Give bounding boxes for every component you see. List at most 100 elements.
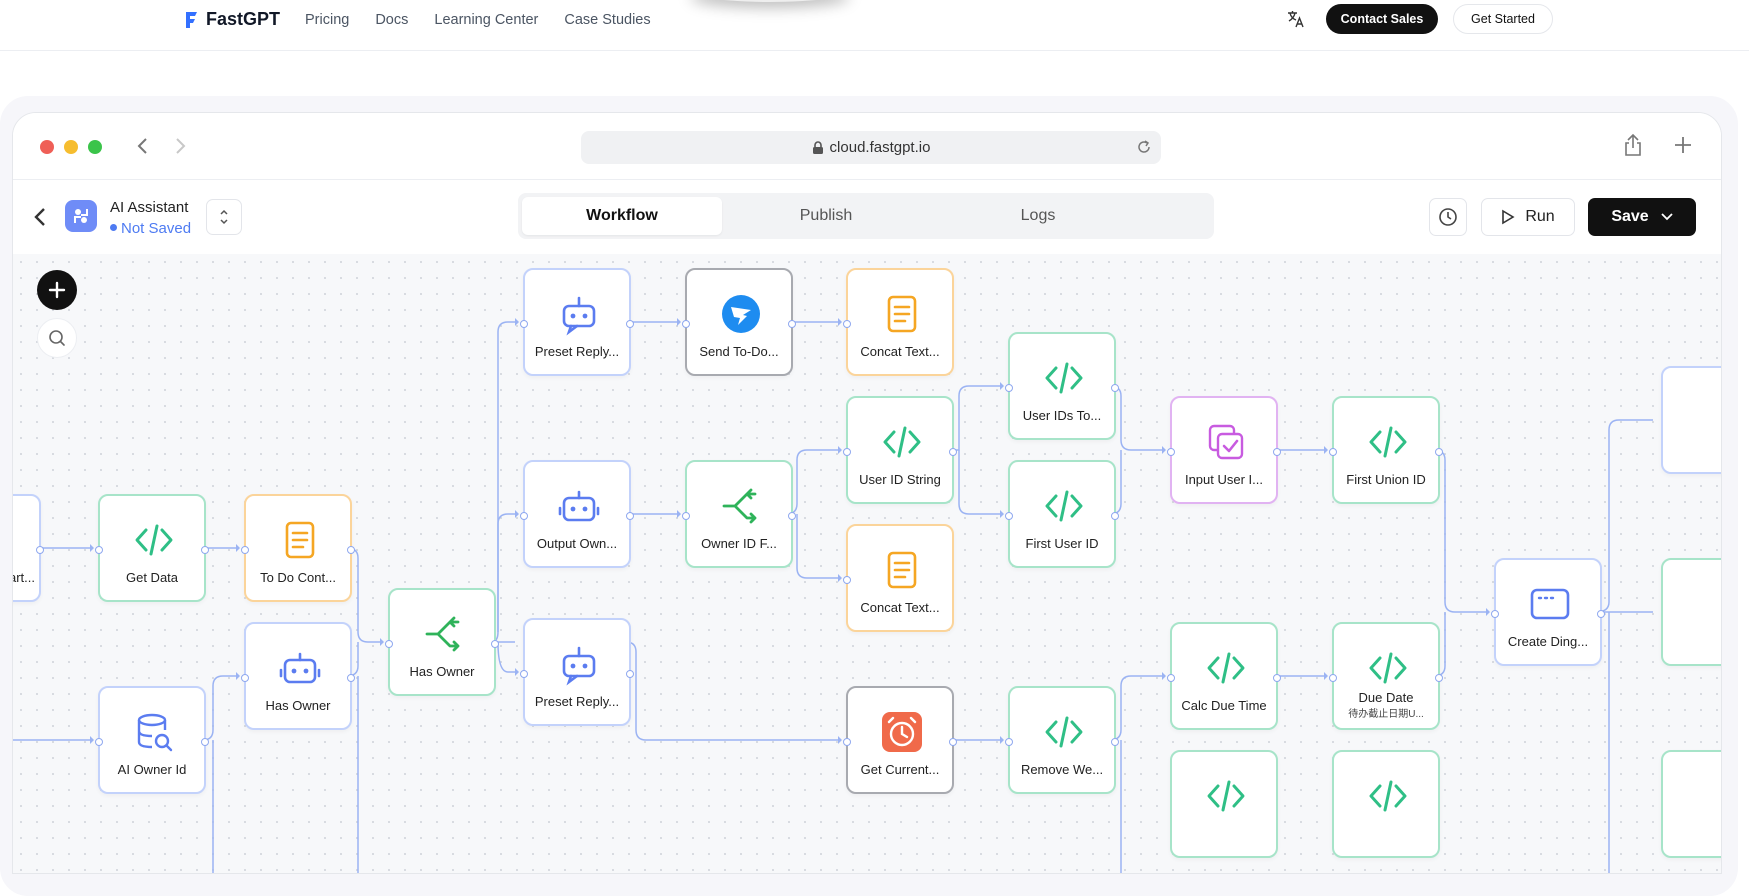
workflow-node-preset-reply-1[interactable]: Preset Reply... bbox=[520, 268, 634, 376]
back-arrow-icon[interactable] bbox=[136, 136, 150, 156]
input-port[interactable] bbox=[520, 512, 528, 520]
workflow-node-has-owner-branch[interactable]: Has Owner bbox=[385, 588, 499, 696]
input-port[interactable] bbox=[1005, 384, 1013, 392]
workflow-node-first-union-id[interactable]: First Union ID bbox=[1329, 396, 1443, 504]
input-port[interactable] bbox=[1167, 448, 1175, 456]
workflow-node-concat-text-1[interactable]: Concat Text... bbox=[843, 268, 954, 376]
input-port[interactable] bbox=[1329, 674, 1337, 682]
output-port[interactable] bbox=[788, 512, 796, 520]
output-port[interactable] bbox=[1435, 448, 1443, 456]
switch-app-button[interactable] bbox=[206, 199, 242, 235]
workflow-node-start[interactable]: Start... bbox=[13, 494, 44, 602]
input-port[interactable] bbox=[682, 512, 690, 520]
output-port[interactable] bbox=[347, 674, 355, 682]
output-port[interactable] bbox=[626, 670, 634, 678]
workflow-node-user-ids-to[interactable]: User IDs To... bbox=[1005, 332, 1119, 440]
input-port[interactable] bbox=[1329, 448, 1337, 456]
workflow-node-first-user-id[interactable]: First User ID bbox=[1005, 460, 1119, 568]
tab-logs[interactable]: Logs bbox=[938, 197, 1138, 235]
output-port[interactable] bbox=[949, 448, 957, 456]
workflow-node-get-current-time[interactable]: Get Current... bbox=[843, 686, 957, 794]
input-port[interactable] bbox=[1005, 512, 1013, 520]
workflow-node-preset-reply-2[interactable]: Preset Reply... bbox=[520, 618, 634, 726]
contact-sales-button[interactable]: Contact Sales bbox=[1326, 4, 1438, 34]
input-port[interactable] bbox=[1005, 738, 1013, 746]
workflow-node-get-data[interactable]: Get Data bbox=[95, 494, 209, 602]
workflow-node-input-user-id[interactable]: Input User I... bbox=[1167, 396, 1281, 504]
add-node-button[interactable] bbox=[37, 270, 77, 310]
zoom-window-button[interactable] bbox=[88, 140, 102, 154]
workflow-node-create-ding[interactable]: Create Ding... bbox=[1491, 558, 1605, 666]
workflow-canvas[interactable]: Start... Get Data To Do Cont... Has Owne… bbox=[13, 254, 1721, 873]
output-port[interactable] bbox=[788, 320, 796, 328]
workflow-node-todo-content[interactable]: To Do Cont... bbox=[241, 494, 355, 602]
workflow-node-due-partial[interactable] bbox=[1332, 750, 1440, 858]
output-port[interactable] bbox=[626, 512, 634, 520]
forward-arrow-icon[interactable] bbox=[173, 136, 187, 156]
address-bar[interactable]: cloud.fastgpt.io bbox=[581, 131, 1161, 164]
workflow-node-ai-owner-id[interactable]: AI Owner Id bbox=[95, 686, 209, 794]
output-port[interactable] bbox=[626, 320, 634, 328]
output-port[interactable] bbox=[1273, 448, 1281, 456]
input-port[interactable] bbox=[1491, 610, 1499, 618]
workflow-node-offscreen-1[interactable] bbox=[1661, 366, 1721, 474]
output-port[interactable] bbox=[201, 738, 209, 746]
history-button[interactable] bbox=[1429, 198, 1467, 236]
reload-icon[interactable] bbox=[1135, 138, 1153, 156]
workflow-node-due-date[interactable]: Due Date 待办截止日期U... bbox=[1329, 622, 1443, 730]
workflow-node-remove-weekend[interactable]: Remove We... bbox=[1005, 686, 1119, 794]
input-port[interactable] bbox=[95, 738, 103, 746]
input-port[interactable] bbox=[843, 576, 851, 584]
workflow-node-send-todo[interactable]: Send To-Do... bbox=[682, 268, 796, 376]
workflow-node-calc-partial[interactable] bbox=[1170, 750, 1278, 858]
tab-publish[interactable]: Publish bbox=[726, 197, 926, 235]
workflow-node-user-id-string[interactable]: User ID String bbox=[843, 396, 957, 504]
input-port[interactable] bbox=[843, 738, 851, 746]
input-port[interactable] bbox=[682, 320, 690, 328]
search-node-button[interactable] bbox=[37, 318, 77, 358]
share-icon[interactable] bbox=[1623, 133, 1643, 157]
back-chevron-icon[interactable] bbox=[33, 206, 47, 228]
nav-link-case-studies[interactable]: Case Studies bbox=[564, 12, 650, 28]
input-port[interactable] bbox=[1167, 674, 1175, 682]
workflow-node-offscreen-3[interactable] bbox=[1661, 750, 1721, 858]
get-started-button[interactable]: Get Started bbox=[1453, 4, 1553, 34]
input-port[interactable] bbox=[95, 546, 103, 554]
input-port[interactable] bbox=[843, 448, 851, 456]
input-port[interactable] bbox=[241, 674, 249, 682]
output-port[interactable] bbox=[1435, 674, 1443, 682]
input-port[interactable] bbox=[385, 640, 393, 648]
new-tab-icon[interactable] bbox=[1673, 135, 1693, 155]
workflow-node-offscreen-2[interactable] bbox=[1661, 558, 1721, 666]
nav-link-learning-center[interactable]: Learning Center bbox=[434, 12, 538, 28]
workflow-node-has-owner-check[interactable]: Has Owner bbox=[241, 622, 355, 730]
run-button[interactable]: Run bbox=[1481, 198, 1575, 236]
node-label: Remove We... bbox=[1020, 762, 1104, 777]
output-port[interactable] bbox=[949, 738, 957, 746]
output-port[interactable] bbox=[36, 546, 44, 554]
input-port[interactable] bbox=[843, 320, 851, 328]
output-port[interactable] bbox=[1597, 610, 1605, 618]
output-port[interactable] bbox=[1111, 738, 1119, 746]
output-port[interactable] bbox=[1111, 384, 1119, 392]
nav-link-docs[interactable]: Docs bbox=[375, 12, 408, 28]
workflow-node-output-owner[interactable]: Output Own... bbox=[520, 460, 634, 568]
output-port[interactable] bbox=[347, 546, 355, 554]
input-port[interactable] bbox=[520, 670, 528, 678]
output-port[interactable] bbox=[1111, 512, 1119, 520]
output-port[interactable] bbox=[491, 640, 499, 648]
save-button[interactable]: Save bbox=[1588, 198, 1696, 236]
input-port[interactable] bbox=[241, 546, 249, 554]
output-port[interactable] bbox=[1273, 674, 1281, 682]
tab-workflow[interactable]: Workflow bbox=[522, 197, 722, 235]
nav-link-pricing[interactable]: Pricing bbox=[305, 12, 349, 28]
workflow-node-owner-id-filter[interactable]: Owner ID F... bbox=[682, 460, 796, 568]
minimize-window-button[interactable] bbox=[64, 140, 78, 154]
close-window-button[interactable] bbox=[40, 140, 54, 154]
fastgpt-logo[interactable]: FastGPT bbox=[182, 9, 280, 30]
workflow-node-calc-due-time[interactable]: Calc Due Time bbox=[1167, 622, 1281, 730]
workflow-node-concat-text-2[interactable]: Concat Text... bbox=[843, 524, 954, 632]
input-port[interactable] bbox=[520, 320, 528, 328]
translate-icon[interactable] bbox=[1286, 9, 1306, 29]
output-port[interactable] bbox=[201, 546, 209, 554]
